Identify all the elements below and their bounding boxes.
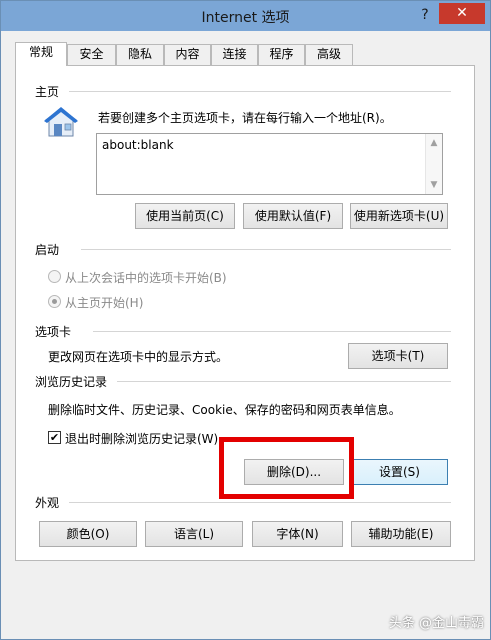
colors-button[interactable]: 颜色(O) [39,521,137,547]
tabs-settings-button[interactable]: 选项卡(T) [348,343,448,369]
red-highlight-box [219,437,354,499]
textarea-scrollbar[interactable]: ▲ ▼ [425,134,442,194]
homepage-address-value: about:blank [102,138,174,152]
tab-connections[interactable]: 连接 [211,44,258,65]
use-current-button[interactable]: 使用当前页(C) [135,203,235,229]
watermark-text: 头条 @金山毒霸 [388,616,484,631]
homepage-description: 若要创建多个主页选项卡，请在每行输入一个地址(R)。 [98,111,392,125]
tab-security[interactable]: 安全 [67,44,116,65]
tab-privacy[interactable]: 隐私 [116,44,164,65]
history-section-title: 浏览历史记录 [35,375,108,389]
tab-content[interactable]: 内容 [164,44,211,65]
startup-section-title: 启动 [35,243,60,257]
languages-button[interactable]: 语言(L) [145,521,243,547]
scroll-down-arrow-icon[interactable]: ▼ [429,180,439,190]
startup-divider [81,249,451,250]
appearance-section-title: 外观 [35,496,60,510]
use-default-button[interactable]: 使用默认值(F) [243,203,343,229]
title-bar: Internet 选项 ? ✕ [1,1,490,31]
fonts-button[interactable]: 字体(N) [252,521,343,547]
history-divider [117,381,451,382]
startup-last-session-label: 从上次会话中的选项卡开始(B) [65,271,227,285]
delete-on-exit-checkbox[interactable]: ✔ [48,431,61,444]
house-icon [44,107,78,137]
startup-last-session-radio[interactable] [48,270,61,283]
history-settings-button[interactable]: 设置(S) [351,459,448,485]
internet-options-window: Internet 选项 ? ✕ 常规 安全 隐私 内容 连接 程序 高级 主页 … [0,0,491,640]
history-description: 删除临时文件、历史记录、Cookie、保存的密码和网页表单信息。 [48,403,401,417]
tab-programs[interactable]: 程序 [258,44,305,65]
tab-advanced[interactable]: 高级 [305,44,353,65]
tabs-description: 更改网页在选项卡中的显示方式。 [48,350,229,364]
tabs-section-title: 选项卡 [35,325,72,339]
startup-homepage-radio[interactable] [48,295,61,308]
scroll-up-arrow-icon[interactable]: ▲ [429,138,439,148]
appearance-divider [69,502,451,503]
homepage-section-title: 主页 [35,85,60,99]
homepage-address-textarea[interactable]: about:blank ▲ ▼ [96,133,443,195]
accessibility-button[interactable]: 辅助功能(E) [351,521,451,547]
use-new-tab-button[interactable]: 使用新选项卡(U) [350,203,448,229]
tab-general[interactable]: 常规 [15,42,67,66]
startup-homepage-label: 从主页开始(H) [65,296,144,310]
help-icon[interactable]: ? [414,4,436,26]
close-button[interactable]: ✕ [439,3,485,24]
homepage-divider [69,91,451,92]
delete-on-exit-label: 退出时删除浏览历史记录(W) [65,432,219,446]
tabs-divider [93,331,451,332]
